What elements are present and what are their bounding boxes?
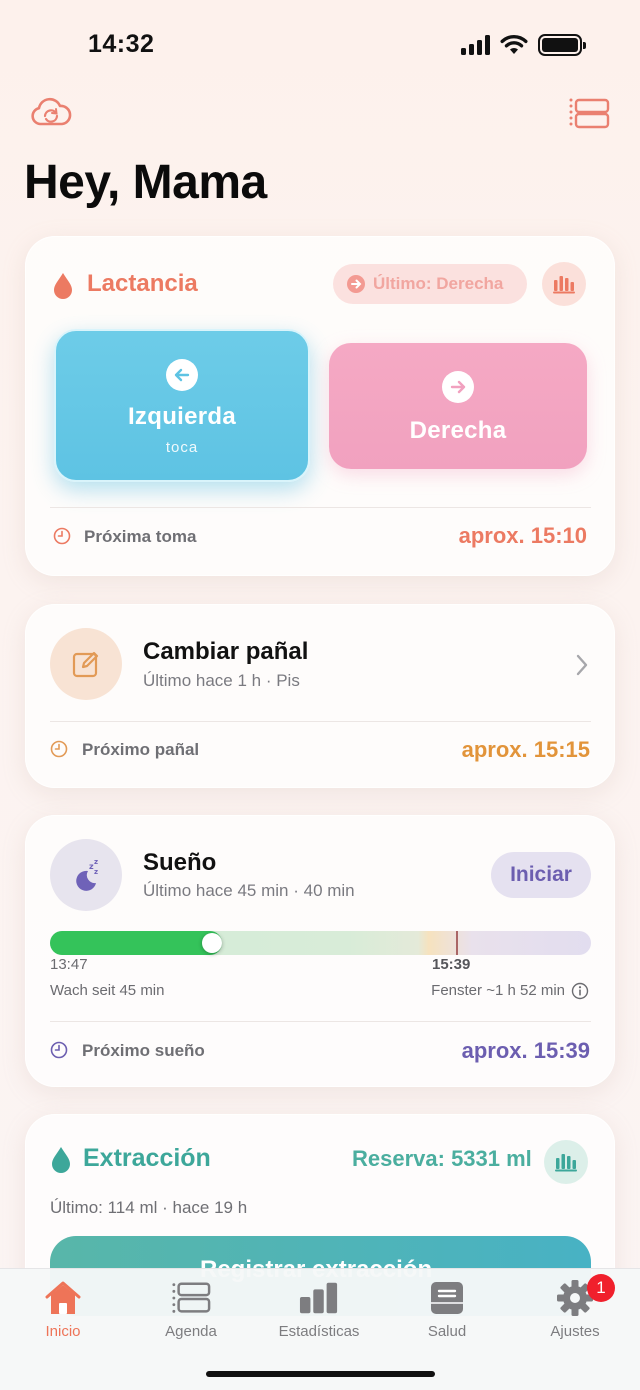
settings-badge: 1	[587, 1274, 615, 1302]
clock-icon	[53, 527, 71, 545]
start-sleep-button[interactable]: Iniciar	[491, 852, 591, 898]
cellular-signal-icon	[461, 35, 490, 55]
lactation-stats-button[interactable]	[542, 262, 586, 306]
extraction-stats-button[interactable]	[544, 1140, 588, 1184]
moon-sleep-icon: z z z	[76, 858, 98, 891]
sleep-progress-knob[interactable]	[202, 933, 222, 953]
sleep-card: z z z Sueño Último hace 45 min · 40 min …	[25, 815, 615, 1087]
lactation-card: Lactancia Último: Derecha Izquierda toca…	[25, 236, 615, 576]
home-icon	[43, 1279, 83, 1317]
diaper-subtitle: Último hace 1 h · Pis	[143, 671, 300, 690]
timeline-window-time: 15:39	[432, 956, 471, 973]
sleep-window-track	[50, 931, 591, 955]
next-diaper-label: Próximo pañal	[82, 740, 200, 759]
awake-duration: Wach seit 45 min	[50, 982, 165, 999]
sleep-icon-circle: z z z	[50, 839, 122, 911]
edit-icon	[72, 651, 99, 678]
next-feed-label: Próxima toma	[84, 527, 197, 546]
last-side-text: Último: Derecha	[373, 274, 504, 293]
diaper-card[interactable]: Cambiar pañal Último hace 1 h · Pis Próx…	[25, 604, 615, 788]
clock-icon	[50, 740, 68, 758]
status-time: 14:32	[88, 30, 155, 58]
info-icon[interactable]	[571, 982, 589, 1000]
divider	[50, 507, 591, 508]
health-icon	[427, 1279, 467, 1317]
wifi-icon	[500, 34, 528, 54]
tab-label: Salud	[427, 1323, 467, 1340]
next-diaper-value: aprox. 15:15	[461, 737, 590, 762]
next-sleep-label: Próximo sueño	[82, 1041, 205, 1060]
battery-icon	[538, 34, 586, 56]
chevron-right-icon	[576, 654, 588, 676]
right-button-label: Derecha	[409, 417, 507, 444]
lactation-title: Lactancia	[87, 270, 198, 297]
greeting-title: Hey, Mama	[24, 156, 267, 209]
bar-chart-icon	[553, 276, 575, 294]
last-side-pill: Último: Derecha	[333, 264, 527, 304]
left-button-label: Izquierda	[127, 403, 237, 430]
clock-icon	[50, 1041, 68, 1059]
tab-agenda[interactable]: Agenda	[136, 1279, 246, 1340]
tab-estadisticas[interactable]: Estadísticas	[264, 1279, 374, 1340]
drop-icon	[54, 273, 72, 299]
arrow-left-icon	[166, 359, 198, 391]
sleep-title: Sueño	[143, 849, 217, 876]
diaper-title: Cambiar pañal	[143, 638, 309, 665]
tab-label: Agenda	[165, 1323, 217, 1340]
arrow-right-icon	[442, 371, 474, 403]
agenda-icon	[171, 1279, 211, 1317]
divider	[50, 721, 591, 722]
drop-icon	[52, 1147, 70, 1173]
bar-chart-icon	[555, 1154, 577, 1172]
timeline-start-time: 13:47	[50, 956, 88, 973]
reserve-value: Reserva: 5331 ml	[352, 1146, 532, 1171]
sleep-subtitle: Último hace 45 min · 40 min	[143, 881, 355, 900]
tab-label: Ajustes	[550, 1323, 600, 1340]
divider	[50, 1021, 591, 1022]
tab-inicio[interactable]: Inicio	[8, 1279, 118, 1340]
status-bar: 14:32	[0, 0, 640, 90]
extraction-title: Extracción	[83, 1144, 211, 1172]
sleep-progress-fill	[50, 931, 222, 955]
diaper-icon-circle	[50, 628, 122, 700]
arrow-right-icon	[347, 275, 365, 293]
cloud-sync-icon[interactable]	[30, 96, 72, 132]
left-button-hint: toca	[165, 439, 199, 456]
next-sleep-value: aprox. 15:39	[461, 1038, 590, 1063]
next-feed-value: aprox. 15:10	[458, 523, 587, 548]
status-icons	[461, 34, 586, 56]
timeline-list-icon[interactable]	[568, 96, 610, 132]
last-extraction: Último: 114 ml · hace 19 h	[50, 1198, 248, 1217]
tab-label: Inicio	[45, 1323, 81, 1340]
sleep-window-marker	[456, 931, 458, 955]
tab-salud[interactable]: Salud	[392, 1279, 502, 1340]
svg-text:z: z	[94, 858, 98, 866]
tab-label: Estadísticas	[278, 1323, 360, 1340]
sleep-window-text: Fenster ~1 h 52 min	[431, 982, 565, 999]
svg-text:z: z	[94, 868, 98, 876]
home-indicator[interactable]	[206, 1371, 435, 1377]
bar-chart-icon	[299, 1279, 339, 1317]
left-breast-button[interactable]: Izquierda toca	[54, 329, 310, 482]
right-breast-button[interactable]: Derecha	[329, 343, 587, 469]
